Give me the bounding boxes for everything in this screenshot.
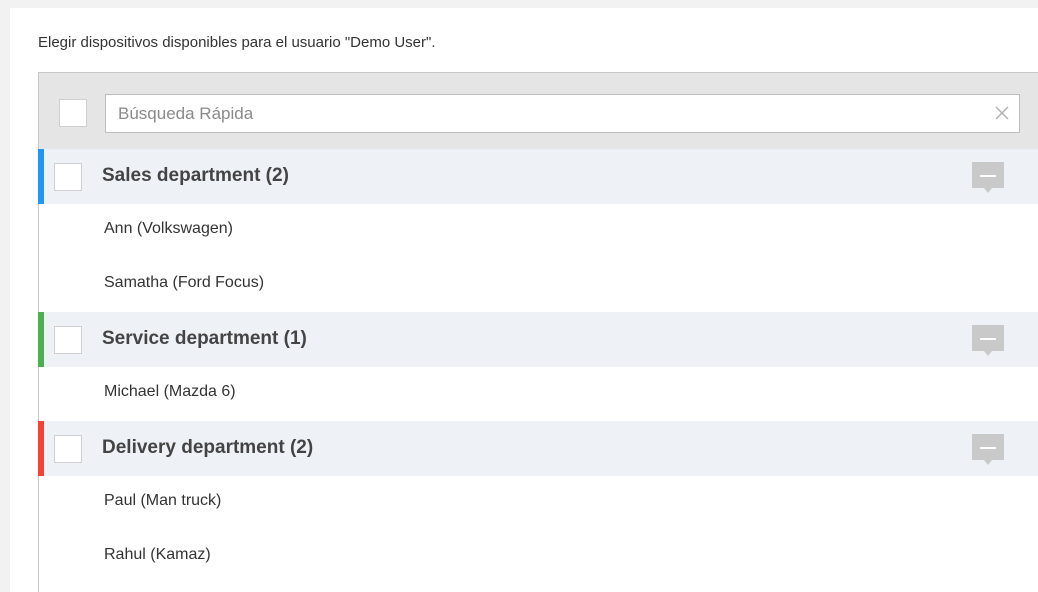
instruction-text: Elegir dispositivos disponibles para el … xyxy=(38,34,436,51)
group-color-stripe xyxy=(38,149,44,204)
page: Elegir dispositivos disponibles para el … xyxy=(0,0,1038,592)
list-item[interactable]: Michael (Mazda 6) xyxy=(39,367,1038,421)
group-label-delivery: Delivery department (2) xyxy=(102,437,314,458)
group-checkbox-delivery[interactable] xyxy=(54,435,82,463)
device-label: Samatha (Ford Focus) xyxy=(104,274,265,291)
search-input[interactable] xyxy=(106,95,978,132)
left-margin xyxy=(0,0,10,592)
device-label: Rahul (Kamaz) xyxy=(104,546,211,563)
group-row-delivery[interactable]: Delivery department (2) xyxy=(38,421,1038,476)
list-item[interactable]: Rahul (Kamaz) xyxy=(39,530,1038,584)
group-row-sales[interactable]: Sales department (2) xyxy=(38,149,1038,204)
search-field[interactable] xyxy=(105,94,1020,133)
group-row-service[interactable]: Service department (1) xyxy=(38,312,1038,367)
comment-icon[interactable] xyxy=(972,434,1004,468)
list-item[interactable]: Samatha (Ford Focus) xyxy=(39,258,1038,312)
select-all-checkbox[interactable] xyxy=(59,99,87,127)
list-item[interactable]: Ann (Volkswagen) xyxy=(39,204,1038,258)
device-selection-panel: Elegir dispositivos disponibles para el … xyxy=(10,8,1038,592)
group-checkbox-sales[interactable] xyxy=(54,163,82,191)
comment-icon[interactable] xyxy=(972,162,1004,196)
search-row xyxy=(39,73,1038,149)
device-list: Sales department (2) Ann (Volkswagen) Sa… xyxy=(38,72,1038,592)
device-label: Ann (Volkswagen) xyxy=(104,220,233,237)
group-color-stripe xyxy=(38,312,44,367)
comment-icon[interactable] xyxy=(972,325,1004,359)
list-item[interactable]: Paul (Man truck) xyxy=(39,476,1038,530)
close-icon[interactable] xyxy=(993,104,1011,122)
group-checkbox-service[interactable] xyxy=(54,326,82,354)
group-color-stripe xyxy=(38,421,44,476)
group-label-service: Service department (1) xyxy=(102,328,307,349)
device-label: Michael (Mazda 6) xyxy=(104,383,236,400)
device-label: Paul (Man truck) xyxy=(104,492,222,509)
group-label-sales: Sales department (2) xyxy=(102,165,289,186)
